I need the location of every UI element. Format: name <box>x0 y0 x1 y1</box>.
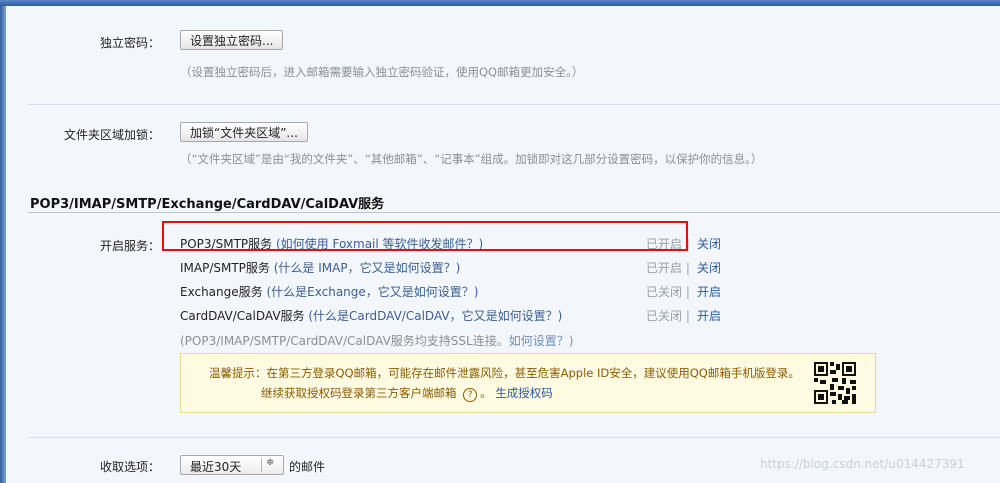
service-status: 已关闭 | <box>646 285 690 299</box>
service-help-link[interactable]: (什么是 IMAP，它又是如何设置？) <box>274 261 461 275</box>
service-name: IMAP/SMTP服务 (什么是 IMAP，它又是如何设置？) <box>180 261 461 275</box>
service-row-carddav: CardDAV/CalDAV服务 (什么是CardDAV/CalDAV，它又是如… <box>180 307 740 325</box>
ssl-note: (POP3/IMAP/SMTP/CardDAV/CalDAV服务均支持SSL连接… <box>180 334 574 348</box>
select-value: 最近30天 <box>190 460 242 474</box>
service-status: 已关闭 | <box>646 309 690 323</box>
tip-auth-line: 继续获取授权码登录第三方客户端邮箱 ?。 生成授权码 <box>261 386 553 402</box>
section-divider <box>28 212 1000 213</box>
set-independent-password-button[interactable]: 设置独立密码... <box>180 30 284 50</box>
service-name: Exchange服务 (什么是Exchange，它又是如何设置？) <box>180 285 479 299</box>
select-divider <box>261 458 262 472</box>
service-help-link[interactable]: (什么是CardDAV/CalDAV，它又是如何设置？) <box>308 309 562 323</box>
independent-password-label: 独立密码： <box>99 36 160 50</box>
service-open-link[interactable]: 开启 <box>697 307 721 324</box>
service-close-link[interactable]: 关闭 <box>697 259 721 276</box>
services-section-title: POP3/IMAP/SMTP/Exchange/CardDAV/CalDAV服务 <box>30 197 385 212</box>
service-row-exchange: Exchange服务 (什么是Exchange，它又是如何设置？) 已关闭 | … <box>180 283 740 301</box>
service-close-link[interactable]: 关闭 <box>697 235 721 252</box>
enable-services-label: 开启服务： <box>99 239 160 253</box>
service-open-link[interactable]: 开启 <box>697 283 721 300</box>
window-top-border <box>0 0 1000 6</box>
highlight-box <box>162 221 688 251</box>
service-help-link[interactable]: (什么是Exchange，它又是如何设置？) <box>266 285 478 299</box>
help-icon[interactable]: ? <box>463 388 478 402</box>
receive-options-label: 收取选项： <box>99 460 160 474</box>
generate-auth-code-link[interactable]: 生成授权码 <box>495 386 553 400</box>
service-status: 已开启 | <box>646 261 690 275</box>
tip-box: 温馨提示：在第三方登录QQ邮箱，可能存在邮件泄露风险，甚至危害Apple ID安… <box>180 353 876 413</box>
receive-range-select[interactable]: 最近30天 ≑ <box>180 455 284 475</box>
select-arrows-icon: ≑ <box>266 457 275 468</box>
folder-lock-label: 文件夹区域加锁： <box>63 128 160 142</box>
folder-lock-hint: （“文件夹区域”是由“我的文件夹”、“其他邮箱”、“记事本”组成。加锁即对这几部… <box>180 152 763 166</box>
watermark: https://blog.csdn.net/u014427391 <box>760 457 965 471</box>
tip-text: 温馨提示：在第三方登录QQ邮箱，可能存在邮件泄露风险，甚至危害Apple ID安… <box>209 366 800 380</box>
service-name: CardDAV/CalDAV服务 (什么是CardDAV/CalDAV，它又是如… <box>180 309 563 323</box>
divider <box>28 437 1000 438</box>
ssl-how-to-link[interactable]: 如何设置？ <box>509 334 569 348</box>
service-row-imap: IMAP/SMTP服务 (什么是 IMAP，它又是如何设置？) 已开启 | 关闭 <box>180 259 740 277</box>
lock-folder-area-button[interactable]: 加锁“文件夹区域”... <box>180 122 308 142</box>
qr-code-icon <box>814 362 856 404</box>
divider <box>28 104 1000 105</box>
receive-options-suffix: 的邮件 <box>289 460 326 474</box>
independent-password-hint: （设置独立密码后，进入邮箱需要输入独立密码验证，使用QQ邮箱更加安全。） <box>180 65 584 79</box>
